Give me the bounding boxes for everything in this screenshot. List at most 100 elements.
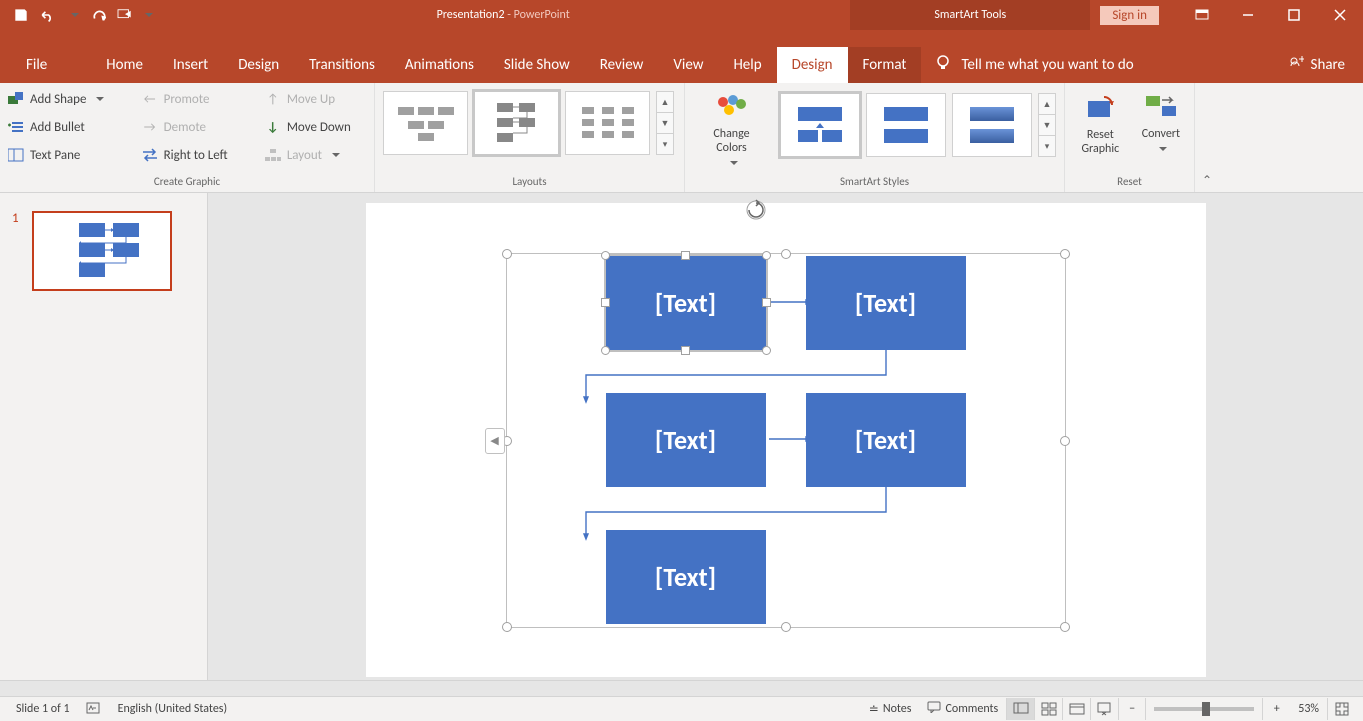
reading-view-icon[interactable] [1062,698,1090,720]
group-label-create: Create Graphic [6,173,368,190]
style-option-3[interactable] [952,93,1032,157]
move-up-button[interactable]: ↑Move Up [263,87,368,111]
gallery-more-icon[interactable]: ▾ [657,134,673,154]
gallery-down-icon[interactable]: ▼ [657,113,673,134]
add-shape-button[interactable]: Add Shape [6,87,122,111]
layouts-gallery-scroll[interactable]: ▲▼▾ [656,91,674,155]
doc-name: Presentation2 [437,8,505,22]
tab-smartart-format[interactable]: Format [848,47,922,83]
spellcheck-icon[interactable] [78,697,110,721]
share-icon [1289,55,1305,76]
layout-option-3[interactable] [565,91,650,155]
language-indicator[interactable]: English (United States) [110,697,236,721]
smartart-node-3[interactable]: [Text] [606,393,766,487]
maximize-icon[interactable] [1271,0,1317,30]
gallery-up-icon[interactable]: ▲ [1039,94,1055,115]
style-option-1[interactable] [780,93,860,157]
convert-button[interactable]: Convert [1134,89,1188,157]
qat-customize-icon[interactable] [138,2,156,28]
close-icon[interactable] [1317,0,1363,30]
reset-graphic-label: Reset Graphic [1079,128,1122,156]
ribbon-display-options-icon[interactable] [1179,0,1225,30]
tab-help[interactable]: Help [718,47,776,83]
add-shape-label: Add Shape [30,92,86,107]
comments-button[interactable]: Comments [919,697,1006,721]
layout-option-2[interactable] [474,91,559,155]
group-create-graphic: Add Shape ←Promote ↑Move Up Add Bullet →… [0,83,375,192]
zoom-out-button[interactable]: − [1118,698,1146,720]
undo-more-icon[interactable] [60,2,86,28]
styles-gallery-scroll[interactable]: ▲▼▾ [1038,93,1056,157]
zoom-slider-handle[interactable] [1202,702,1210,716]
rotation-handle-icon[interactable] [745,199,767,226]
text-pane-toggle-icon[interactable]: ◀ [485,428,505,454]
slide-indicator[interactable]: Slide 1 of 1 [8,697,78,721]
comments-label: Comments [945,702,998,716]
smartart-node-1[interactable]: [Text] [606,256,766,350]
tab-smartart-design[interactable]: Design [777,47,848,83]
slide-sorter-view-icon[interactable] [1034,698,1062,720]
layout-option-1[interactable] [383,91,468,155]
smartart-node-2[interactable]: [Text] [806,256,966,350]
slide[interactable]: ◀ [Text] [Text] [Text] [Text] [366,203,1206,677]
zoom-in-button[interactable]: + [1262,698,1290,720]
slideshow-view-icon[interactable] [1090,698,1118,720]
move-up-label: Move Up [287,92,335,107]
tab-transitions[interactable]: Transitions [294,47,390,83]
collapse-ribbon-icon[interactable]: ⌃ [1195,83,1219,192]
thumbnail-preview [32,211,172,291]
slide-canvas-area[interactable]: ◀ [Text] [Text] [Text] [Text] [208,193,1363,680]
redo-icon[interactable] [86,2,112,28]
tell-me-search[interactable]: Tell me what you want to do [921,47,1147,83]
zoom-slider[interactable] [1154,707,1254,711]
tab-insert[interactable]: Insert [158,47,223,83]
share-label: Share [1311,56,1345,74]
smartart-node-5[interactable]: [Text] [606,530,766,624]
text-pane-button[interactable]: Text Pane [6,143,122,167]
lightbulb-icon [935,54,951,77]
add-bullet-button[interactable]: Add Bullet [6,115,122,139]
change-colors-button[interactable]: Change Colors [691,89,772,171]
group-reset: Reset Graphic Convert Reset [1065,83,1195,192]
tab-design[interactable]: Design [223,47,294,83]
smartart-node-4-text: [Text] [855,424,916,456]
gallery-up-icon[interactable]: ▲ [657,92,673,113]
move-down-button[interactable]: ↓Move Down [263,115,368,139]
gallery-down-icon[interactable]: ▼ [1039,115,1055,136]
normal-view-icon[interactable] [1006,698,1034,720]
tab-home[interactable]: Home [91,47,158,83]
add-bullet-icon [8,119,24,135]
notes-button[interactable]: ≐Notes [861,697,920,721]
reset-graphic-button[interactable]: Reset Graphic [1071,89,1130,157]
tab-file[interactable]: File [8,47,65,83]
smartart-node-2-text: [Text] [855,287,916,319]
rtl-icon [142,147,158,163]
notes-label: Notes [883,702,912,716]
zoom-level[interactable]: 53% [1290,697,1327,721]
style-option-2[interactable] [866,93,946,157]
layout-button[interactable]: Layout [263,143,368,167]
smartart-node-4[interactable]: [Text] [806,393,966,487]
tab-animations[interactable]: Animations [390,47,489,83]
promote-button[interactable]: ←Promote [140,87,245,111]
fit-to-window-icon[interactable] [1327,698,1355,720]
window-title: Presentation2 - PowerPoint [156,8,850,22]
tab-view[interactable]: View [658,47,718,83]
minimize-icon[interactable] [1225,0,1271,30]
window-controls: Sign in [1090,0,1363,30]
text-pane-icon [8,147,24,163]
sign-in-button[interactable]: Sign in [1100,6,1159,25]
gallery-more-icon[interactable]: ▾ [1039,136,1055,156]
tab-review[interactable]: Review [585,47,659,83]
undo-icon[interactable] [34,2,60,28]
tab-slideshow[interactable]: Slide Show [489,47,585,83]
thumbnail-slide-1[interactable]: 1 [0,193,207,291]
smartart-node-1-text: [Text] [655,287,716,319]
start-from-beginning-icon[interactable] [112,2,138,28]
save-icon[interactable] [8,2,34,28]
right-to-left-button[interactable]: Right to Left [140,143,245,167]
horizontal-scrollbar[interactable] [0,680,1363,696]
share-button[interactable]: Share [1279,47,1355,83]
text-pane-label: Text Pane [30,148,80,163]
demote-button[interactable]: →Demote [140,115,245,139]
